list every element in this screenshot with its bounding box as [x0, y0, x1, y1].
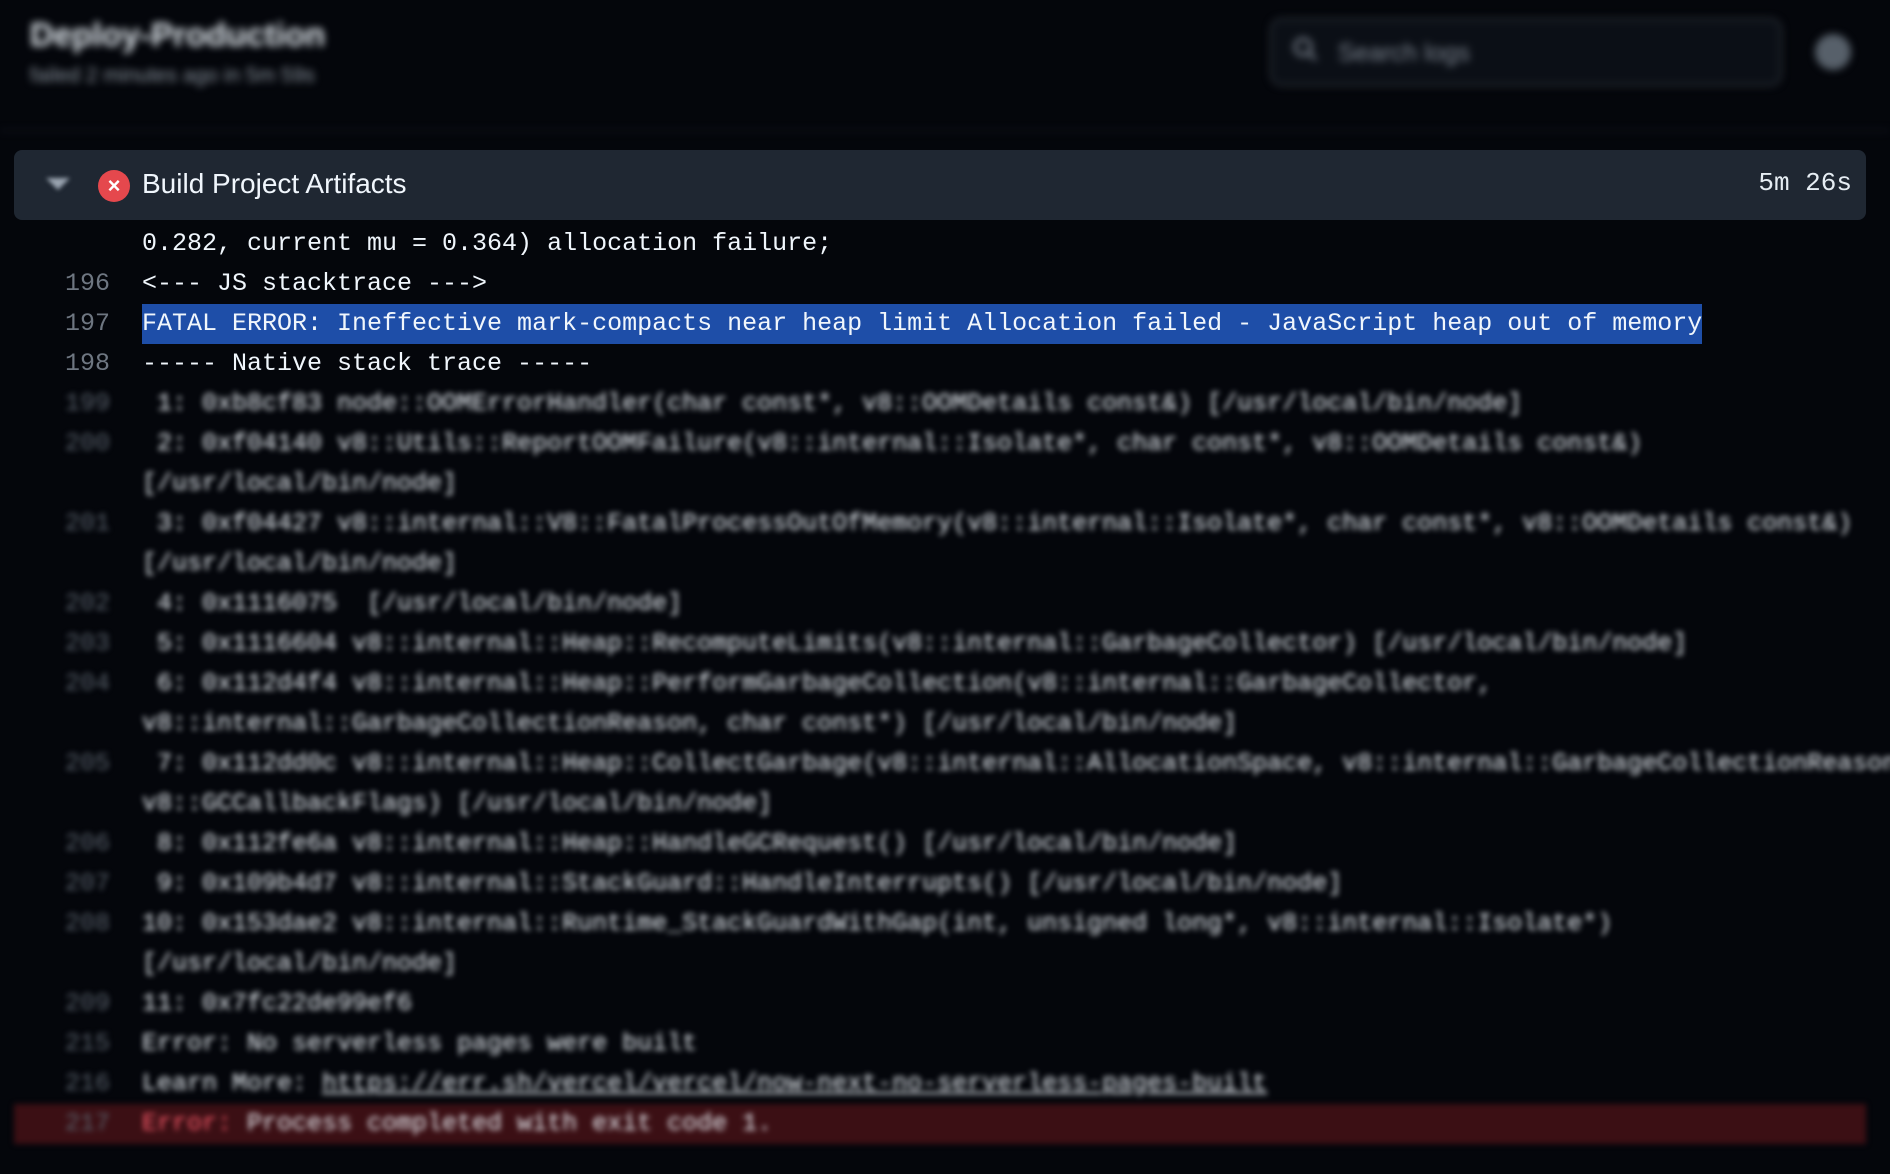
- log-line: 201 3: 0xf04427 v8::internal::V8::FatalP…: [0, 504, 1890, 584]
- collapse-toggle[interactable]: [14, 150, 96, 220]
- log-line-continuation: [/usr/local/bin/node]: [142, 949, 458, 978]
- log-line-text: 3: 0xf04427 v8::internal::V8::FatalProce…: [142, 509, 1853, 538]
- log-line: 207 9: 0x109b4d7 v8::internal::StackGuar…: [0, 864, 1890, 904]
- log-line-text: Error: Process completed with exit code …: [142, 1104, 772, 1144]
- learn-more-label: Learn More:: [142, 1069, 323, 1098]
- log-line-text: Learn More: https://err.sh/vercel/vercel…: [142, 1064, 1267, 1104]
- log-line: 209 11: 0x7fc22de99ef6: [0, 984, 1890, 1024]
- log-line: 196 <--- JS stacktrace --->: [0, 264, 1890, 304]
- log-line-text: 4: 0x1116075 [/usr/local/bin/node]: [142, 589, 683, 618]
- log-line-text: Error: No serverless pages were built: [142, 1029, 698, 1058]
- log-line: 0.282, current mu = 0.364) allocation fa…: [0, 224, 1890, 264]
- chevron-down-icon: [46, 178, 70, 190]
- line-number[interactable]: 202: [40, 584, 110, 624]
- log-line: 200 2: 0xf04140 v8::Utils::ReportOOMFail…: [0, 424, 1890, 504]
- log-line-continuation: v8::GCCallbackFlags) [/usr/local/bin/nod…: [142, 789, 773, 818]
- line-number[interactable]: 206: [40, 824, 110, 864]
- log-line: 216 Learn More: https://err.sh/vercel/ve…: [0, 1064, 1890, 1104]
- log-line: 205 7: 0x112dd0c v8::internal::Heap::Col…: [0, 744, 1890, 824]
- line-number[interactable]: 216: [40, 1064, 110, 1104]
- log-line: 202 4: 0x1116075 [/usr/local/bin/node]: [0, 584, 1890, 624]
- log-line-text: <--- JS stacktrace --->: [142, 269, 488, 298]
- line-number[interactable]: 203: [40, 624, 110, 664]
- log-line-text: 0.282, current mu = 0.364) allocation fa…: [142, 229, 833, 258]
- error-label: Error:: [142, 1109, 233, 1138]
- log-line: 204 6: 0x112d4f4 v8::internal::Heap::Per…: [0, 664, 1890, 744]
- log-line-selected: 197 FATAL ERROR: Ineffective mark-compac…: [0, 304, 1890, 344]
- line-number[interactable]: 204: [40, 664, 110, 704]
- line-number[interactable]: 198: [40, 344, 110, 384]
- log-line-text: FATAL ERROR: Ineffective mark-compacts n…: [142, 304, 1703, 344]
- search-icon: [1293, 37, 1318, 62]
- log-line-text: 8: 0x112fe6a v8::internal::Heap::HandleG…: [142, 829, 1238, 858]
- log-line-text: ----- Native stack trace -----: [142, 349, 593, 378]
- line-number[interactable]: 209: [40, 984, 110, 1024]
- log-line-text: 1: 0xb8cf83 node::OOMErrorHandler(char c…: [142, 389, 1523, 418]
- log-line-text: 7: 0x112dd0c v8::internal::Heap::Collect…: [142, 749, 1890, 778]
- log-line: 198 ----- Native stack trace -----: [0, 344, 1890, 384]
- search-input[interactable]: [1336, 20, 1760, 86]
- page-title: Deploy-Production: [30, 16, 326, 53]
- log-line: 206 8: 0x112fe6a v8::internal::Heap::Han…: [0, 824, 1890, 864]
- run-status-text: failed 2 minutes ago in 5m 59s: [30, 64, 315, 87]
- line-number[interactable]: 217: [40, 1104, 110, 1144]
- log-line: 208 10: 0x153dae2 v8::internal::Runtime_…: [0, 904, 1890, 984]
- error-status-icon: ×: [98, 170, 130, 202]
- log-line-continuation: [/usr/local/bin/node]: [142, 549, 458, 578]
- line-number[interactable]: 208: [40, 904, 110, 944]
- line-number[interactable]: 200: [40, 424, 110, 464]
- line-number[interactable]: 201: [40, 504, 110, 544]
- line-number[interactable]: 199: [40, 384, 110, 424]
- log-line-continuation: v8::internal::GarbageCollectionReason, c…: [142, 709, 1238, 738]
- log-line-text: 10: 0x153dae2 v8::internal::Runtime_Stac…: [142, 909, 1613, 938]
- line-number[interactable]: 205: [40, 744, 110, 784]
- log-line-error: 217 Error: Process completed with exit c…: [14, 1104, 1866, 1144]
- log-line-text: 6: 0x112d4f4 v8::internal::Heap::Perform…: [142, 669, 1493, 698]
- line-number[interactable]: 197: [40, 304, 110, 344]
- search-box[interactable]: [1270, 18, 1782, 86]
- log-line: 215 Error: No serverless pages were buil…: [0, 1024, 1890, 1064]
- line-number[interactable]: 215: [40, 1024, 110, 1064]
- log-line-text: 2: 0xf04140 v8::Utils::ReportOOMFailure(…: [142, 429, 1643, 458]
- line-number[interactable]: 196: [40, 264, 110, 304]
- log-output: 0.282, current mu = 0.364) allocation fa…: [0, 224, 1890, 1144]
- step-header[interactable]: × Build Project Artifacts 5m 26s: [14, 150, 1866, 220]
- gear-icon[interactable]: [1815, 34, 1851, 70]
- log-line: 199 1: 0xb8cf83 node::OOMErrorHandler(ch…: [0, 384, 1890, 424]
- log-line-text: 5: 0x1116604 v8::internal::Heap::Recompu…: [142, 629, 1688, 658]
- log-line-continuation: [/usr/local/bin/node]: [142, 469, 458, 498]
- top-bar: Deploy-Production failed 2 minutes ago i…: [0, 0, 1890, 131]
- blurred-log-region: 199 1: 0xb8cf83 node::OOMErrorHandler(ch…: [0, 384, 1890, 1144]
- log-line-text: 9: 0x109b4d7 v8::internal::StackGuard::H…: [142, 869, 1343, 898]
- log-line: 203 5: 0x1116604 v8::internal::Heap::Rec…: [0, 624, 1890, 664]
- line-number[interactable]: 207: [40, 864, 110, 904]
- error-docs-link[interactable]: https://err.sh/vercel/vercel/now-next-no…: [322, 1069, 1267, 1098]
- error-message: Process completed with exit code 1.: [232, 1109, 773, 1138]
- step-title: Build Project Artifacts: [142, 168, 407, 199]
- log-line-text: 11: 0x7fc22de99ef6: [142, 989, 413, 1018]
- step-duration: 5m 26s: [1758, 168, 1852, 198]
